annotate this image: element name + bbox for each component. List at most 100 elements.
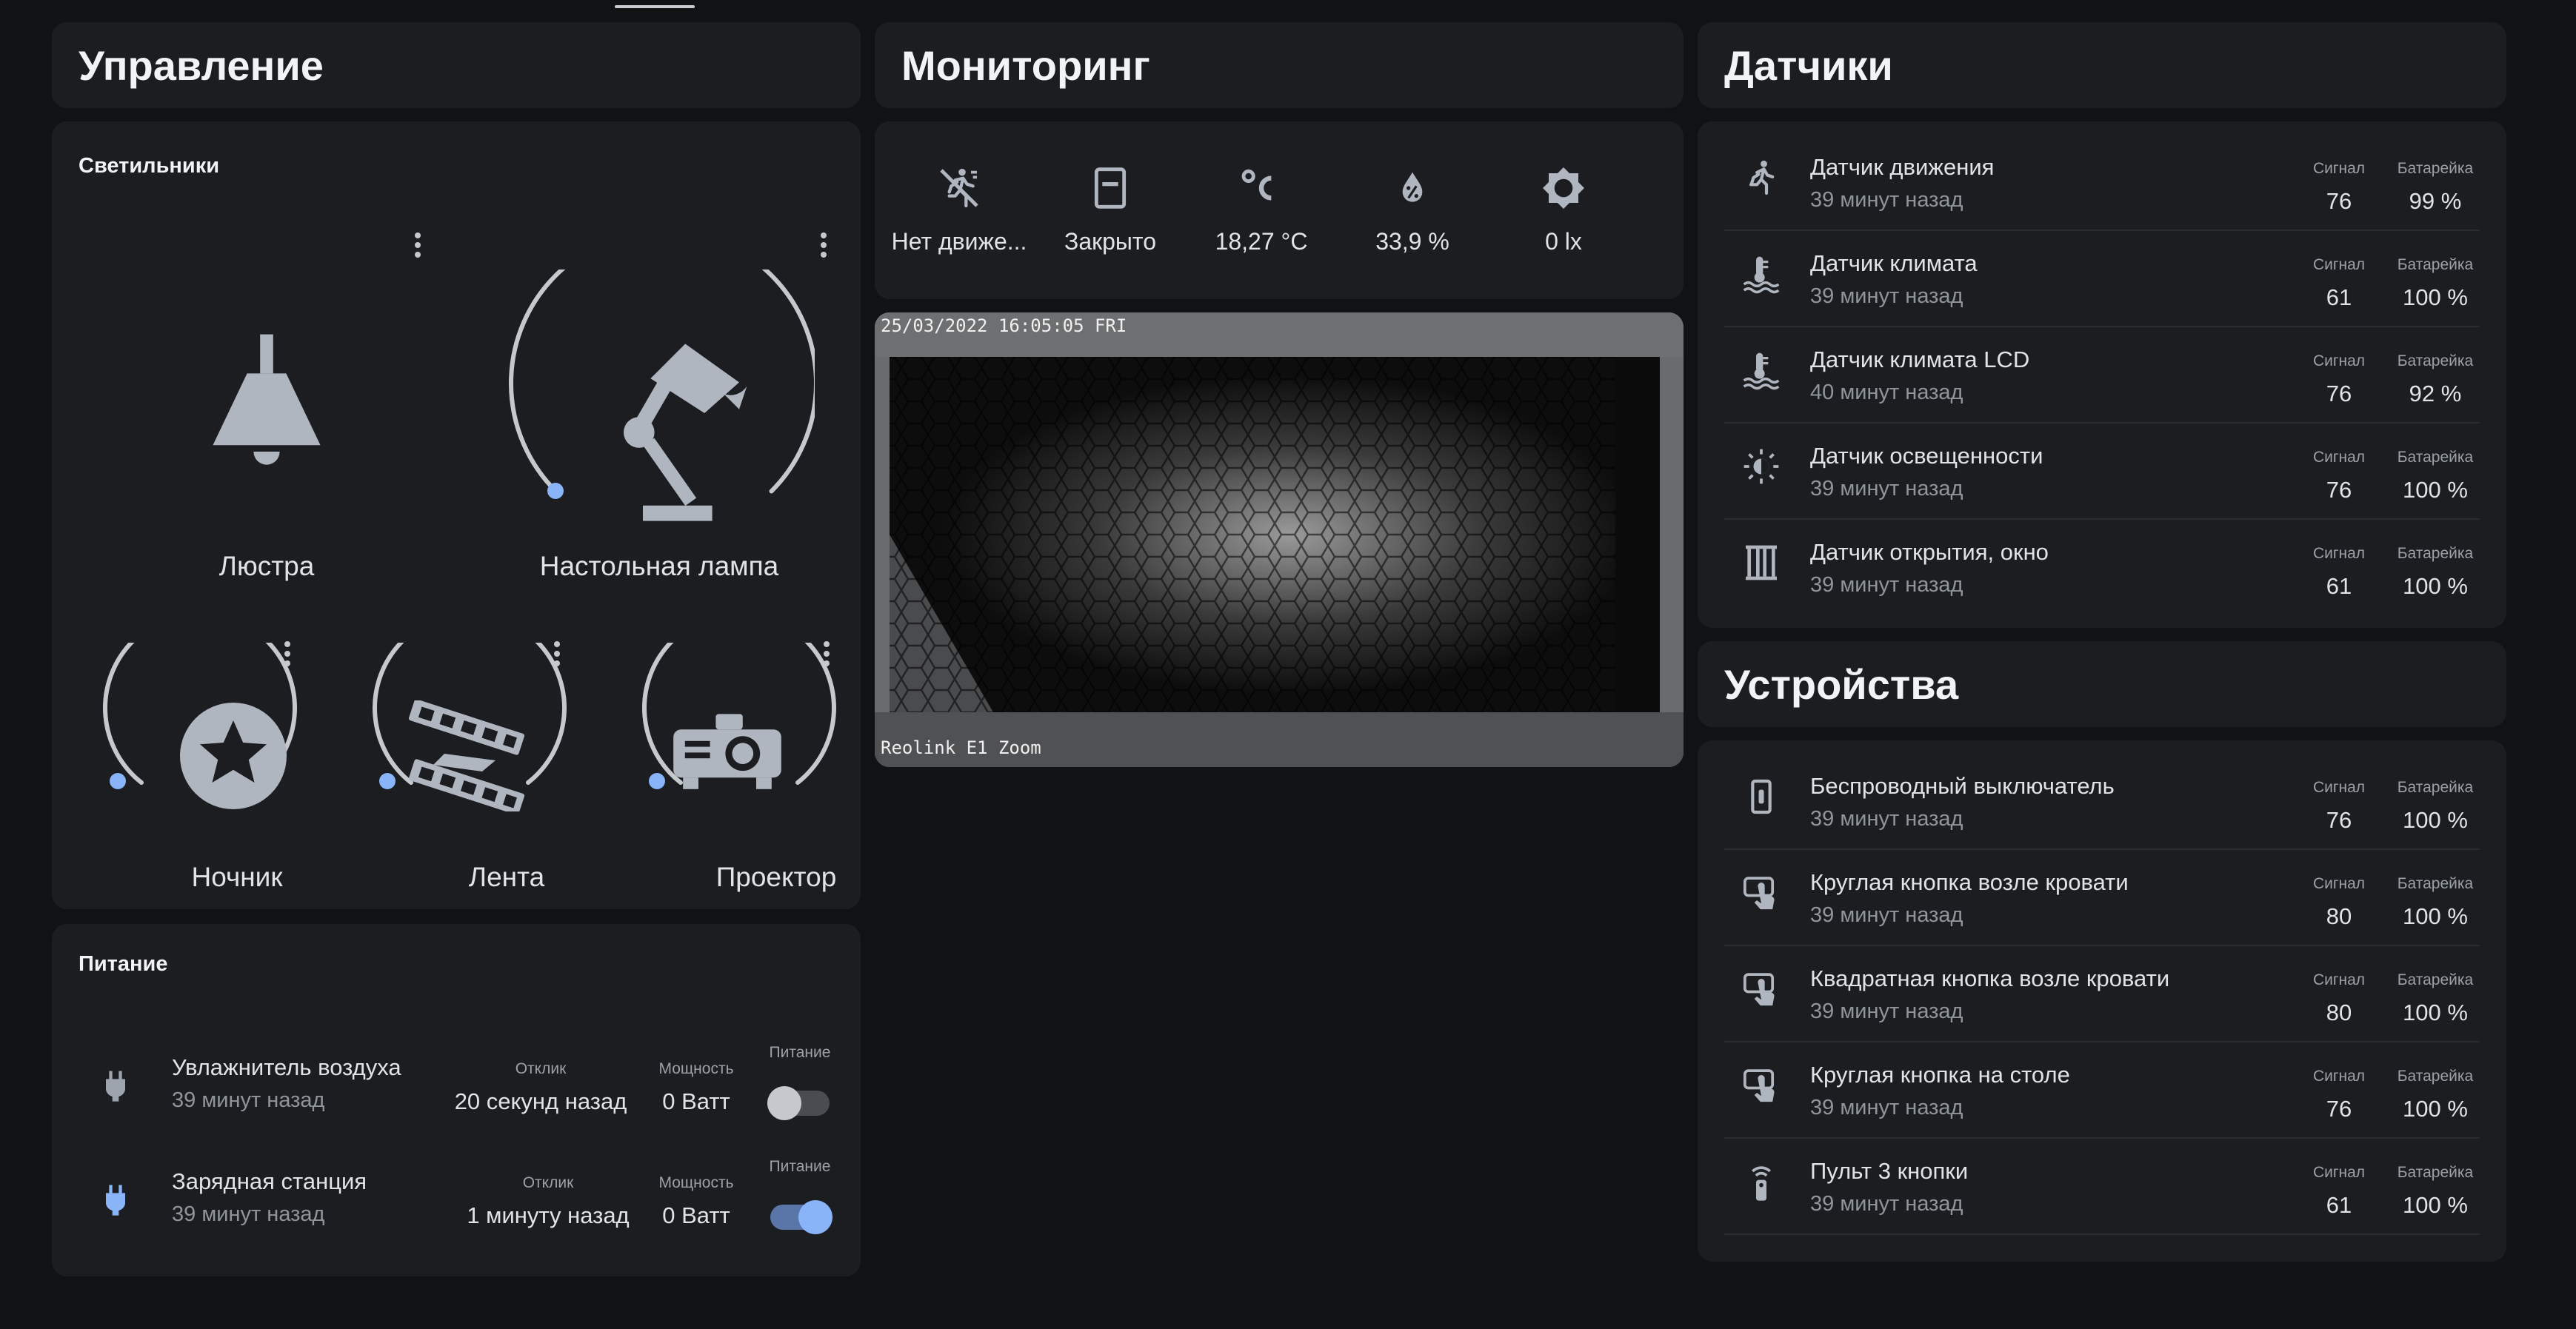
- sensor-row-window[interactable]: Датчик открытия, окно 39 минут назад Сиг…: [1724, 520, 2480, 615]
- door-status[interactable]: Закрыто: [1036, 164, 1184, 255]
- battery-label: Батарейка: [2397, 449, 2474, 466]
- gesture-tap-button-icon: [1743, 973, 1775, 1006]
- device-row-square-bed-button[interactable]: Квадратная кнопка возле кровати 39 минут…: [1724, 946, 2480, 1042]
- control-column: Управление Светильники Люстра Настольная…: [52, 22, 861, 1276]
- desk-lamp-menu-icon[interactable]: [819, 232, 828, 261]
- gesture-tap-button-icon: [1743, 877, 1775, 910]
- led-strip-icon: [408, 700, 525, 811]
- sensor-row-climate-lcd[interactable]: Датчик климата LCD 40 минут назад Сигнал…: [1724, 327, 2480, 424]
- battery-label: Батарейка: [2397, 160, 2474, 177]
- signal-label: Сигнал: [2312, 449, 2366, 466]
- camera-feed[interactable]: 25/03/2022 16:05:05 FRI Reolink E1 Zoom: [875, 312, 1684, 767]
- temperature-value: 18,27 °C: [1215, 228, 1308, 255]
- brightness-icon: [1543, 167, 1584, 209]
- battery-value: 100 %: [2403, 284, 2468, 310]
- sensor-time: 40 минут назад: [1810, 381, 1963, 404]
- charging-station-power-toggle[interactable]: [770, 1200, 832, 1234]
- signal-value: 80: [2326, 1000, 2352, 1025]
- signal-value: 76: [2326, 1096, 2352, 1122]
- device-row-round-bed-button[interactable]: Круглая кнопка возле кровати 39 минут на…: [1724, 850, 2480, 946]
- temperature-status[interactable]: 18,27 °C: [1187, 164, 1335, 255]
- devices-header: Устройства: [1698, 641, 2506, 727]
- illuminance-value: 0 lx: [1545, 228, 1582, 255]
- battery-label: Батарейка: [2397, 875, 2474, 892]
- battery-value: 100 %: [2403, 807, 2468, 833]
- device-row-round-desk-button[interactable]: Круглая кнопка на столе 39 минут назад С…: [1724, 1042, 2480, 1139]
- battery-label: Батарейка: [2397, 779, 2474, 796]
- battery-label: Батарейка: [2397, 1164, 2474, 1181]
- projector-handle[interactable]: [649, 773, 665, 789]
- led-strip-handle[interactable]: [379, 773, 396, 789]
- lights-title: Светильники: [79, 154, 220, 178]
- camera-name: Reolink E1 Zoom: [881, 737, 1041, 758]
- device-name: Пульт 3 кнопки: [1810, 1158, 1969, 1184]
- night-light-handle[interactable]: [110, 773, 126, 789]
- humidifier-power-toggle[interactable]: [767, 1086, 830, 1120]
- chandelier-menu-icon[interactable]: [413, 232, 422, 261]
- sensor-row-motion[interactable]: Датчик движения 39 минут назад Сигнал 76…: [1724, 135, 2480, 231]
- charging-station-response: 1 минуту назад: [467, 1202, 630, 1228]
- remote-icon: [1752, 1166, 1771, 1201]
- control-header: Управление: [52, 22, 861, 108]
- signal-label: Сигнал: [2312, 545, 2366, 562]
- sensor-name: Датчик климата LCD: [1810, 347, 2030, 372]
- camera-image: [875, 312, 1684, 767]
- humidifier-time: 39 минут назад: [172, 1088, 325, 1112]
- battery-label: Батарейка: [2397, 352, 2474, 369]
- toggle-thumb: [767, 1086, 801, 1120]
- signal-value: 76: [2326, 381, 2352, 406]
- illuminance-status[interactable]: 0 lx: [1489, 164, 1638, 255]
- humidifier-power-label: Мощность: [658, 1060, 734, 1077]
- device-name: Круглая кнопка на столе: [1810, 1062, 2070, 1088]
- door-closed-icon: [1094, 167, 1127, 209]
- signal-label: Сигнал: [2312, 1164, 2366, 1181]
- sensor-name: Датчик движения: [1810, 154, 1995, 180]
- device-time: 39 минут назад: [1810, 903, 1963, 927]
- sensor-row-climate[interactable]: Датчик климата 39 минут назад Сигнал 61 …: [1724, 231, 2480, 327]
- battery-value: 100 %: [2403, 903, 2468, 929]
- device-name: Круглая кнопка возле кровати: [1810, 869, 2129, 895]
- sensor-time: 39 минут назад: [1810, 284, 1963, 308]
- brightness-auto-icon: [1744, 449, 1779, 484]
- device-row-wireless-switch[interactable]: Беспроводный выключатель 39 минут назад …: [1724, 754, 2480, 850]
- charging-station-time: 39 минут назад: [172, 1202, 325, 1226]
- battery-label: Батарейка: [2397, 256, 2474, 273]
- desk-lamp-brightness-handle[interactable]: [547, 483, 564, 499]
- star-icon: [180, 703, 287, 809]
- ceiling-lamp-icon[interactable]: [185, 321, 348, 484]
- signal-label: Сигнал: [2312, 1068, 2366, 1085]
- plug-icon: [106, 1071, 125, 1102]
- gesture-tap-button-icon: [1743, 1069, 1775, 1102]
- power-card: Питание Увлажнитель воздуха 39 минут наз…: [52, 924, 861, 1276]
- sensors-title: Датчики: [1724, 41, 1893, 89]
- signal-value: 76: [2326, 807, 2352, 833]
- signal-value: 61: [2326, 1192, 2352, 1218]
- motion-status[interactable]: Нет движе...: [885, 164, 1033, 255]
- battery-value: 99 %: [2409, 188, 2462, 214]
- battery-value: 92 %: [2409, 381, 2462, 406]
- thermometer-water-icon: [1743, 352, 1780, 390]
- humidity-value: 33,9 %: [1375, 228, 1449, 255]
- device-time: 39 минут назад: [1810, 807, 1963, 831]
- signal-value: 80: [2326, 903, 2352, 929]
- charging-station-switch-label: Питание: [769, 1158, 831, 1175]
- desk-lamp-label: Настольная лампа: [539, 551, 779, 581]
- signal-label: Сигнал: [2312, 971, 2366, 988]
- device-row-remote[interactable]: Пульт 3 кнопки 39 минут назад Сигнал 61 …: [1724, 1139, 2480, 1235]
- charging-station-name: Зарядная станция: [172, 1168, 367, 1194]
- active-tab-indicator: [615, 5, 695, 8]
- monitoring-title: Мониторинг: [901, 41, 1150, 89]
- battery-value: 100 %: [2403, 1000, 2468, 1025]
- battery-label: Батарейка: [2397, 545, 2474, 562]
- thermometer-water-icon: [1743, 256, 1780, 294]
- charging-station-power-label: Мощность: [658, 1174, 734, 1191]
- sensor-row-illuminance[interactable]: Датчик освещенности 39 минут назад Сигна…: [1724, 424, 2480, 520]
- signal-value: 76: [2326, 188, 2352, 214]
- battery-value: 100 %: [2403, 573, 2468, 599]
- device-time: 39 минут назад: [1810, 1000, 1963, 1023]
- sensors-column: Датчики Датчик движения 39 минут назад С…: [1698, 22, 2506, 1262]
- signal-value: 61: [2326, 284, 2352, 310]
- humidity-status[interactable]: 33,9 %: [1338, 164, 1486, 255]
- signal-value: 61: [2326, 573, 2352, 599]
- celsius-icon: [1241, 169, 1272, 201]
